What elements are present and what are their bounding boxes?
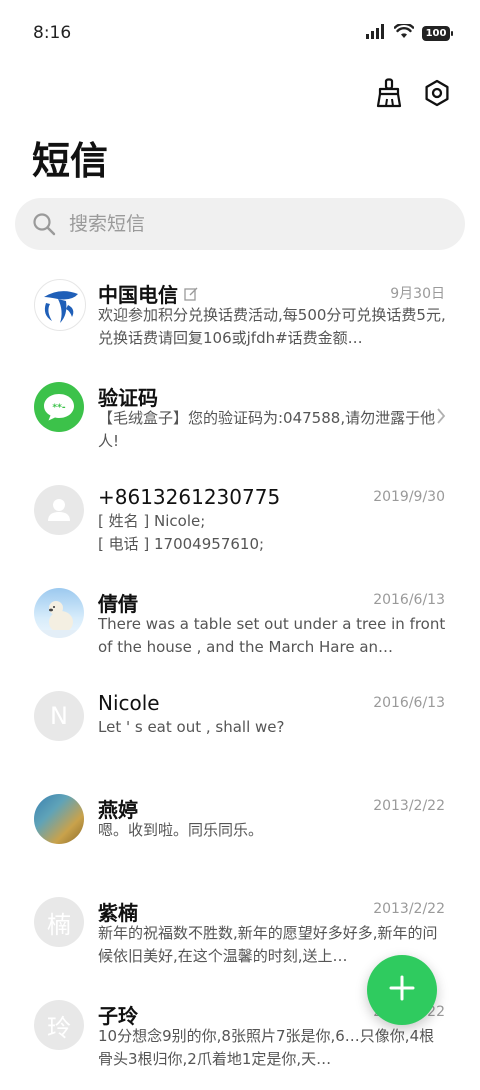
page-title: 短信 [32, 139, 109, 183]
contact-initial-avatar: 玲 [34, 1000, 84, 1050]
message-thread[interactable]: **- 验证码 【毛绒盒子】您的验证码为:047588,请勿泄露于他人! [0, 369, 480, 472]
thread-name: +8613261230775 [98, 485, 281, 509]
message-thread[interactable]: 中国电信 9月30日 欢迎参加积分兑换话费活动,每500分可兑换话费5元,兑换话… [0, 266, 480, 369]
thread-name: Nicole [98, 691, 160, 715]
edit-badge-icon [184, 282, 198, 306]
search-input[interactable] [67, 212, 431, 236]
top-actions [374, 78, 452, 108]
chevron-right-icon [436, 407, 446, 429]
message-thread[interactable]: 倩倩 2016/6/13 There was a table set out u… [0, 575, 480, 678]
verification-code-avatar: **- [34, 382, 84, 432]
search-icon [31, 211, 57, 237]
thread-time: 2016/6/13 [373, 592, 445, 608]
contact-initial-avatar: 楠 [34, 897, 84, 947]
thread-preview: 嗯。收到啦。同乐同乐。 [98, 821, 264, 839]
message-thread[interactable]: 燕婷 2013/2/22 嗯。收到啦。同乐同乐。 [0, 781, 480, 884]
thread-preview: Let ' s eat out , shall we? [98, 718, 285, 736]
message-thread[interactable]: +8613261230775 2019/9/30 [ 姓名 ] Nicole; … [0, 472, 480, 575]
polar-bear-photo-avatar [34, 588, 84, 638]
status-bar: 8:16 100 [0, 0, 480, 66]
compose-button[interactable] [367, 955, 437, 1025]
china-telecom-logo [34, 279, 86, 331]
settings-icon[interactable] [422, 78, 452, 108]
search-bar[interactable] [15, 198, 465, 250]
thread-preview: 10分想念9别的你,8张照片7张是你,6…只像你,4根骨头3根归你,2爪着地1定… [98, 1027, 435, 1068]
wifi-icon [393, 22, 415, 43]
signal-icon [366, 24, 386, 43]
thread-preview: 【毛绒盒子】您的验证码为:047588,请勿泄露于他人! [98, 409, 436, 450]
plus-icon [389, 975, 415, 1005]
thread-time: 2013/2/22 [373, 901, 445, 917]
thread-time: 2019/9/30 [373, 489, 445, 505]
thread-time: 2016/6/13 [373, 695, 445, 711]
broom-icon[interactable] [374, 78, 404, 108]
thread-time: 2013/2/22 [373, 798, 445, 814]
contact-initial-avatar: N [34, 691, 84, 741]
thread-preview: [ 姓名 ] Nicole; [ 电话 ] 17004957610; [98, 512, 265, 553]
svg-text:**-: **- [52, 403, 65, 413]
landscape-photo-avatar [34, 794, 84, 844]
thread-preview: 欢迎参加积分兑换话费活动,每500分可兑换话费5元,兑换话费请回复106或jfd… [98, 306, 446, 347]
message-thread[interactable]: N Nicole 2016/6/13 Let ' s eat out , sha… [0, 678, 480, 781]
battery-icon: 100 [422, 26, 453, 41]
thread-time: 9月30日 [390, 286, 445, 302]
thread-preview: There was a table set out under a tree i… [98, 615, 446, 656]
status-time: 8:16 [33, 23, 72, 43]
contact-placeholder-avatar [34, 485, 84, 535]
status-icons: 100 [366, 22, 453, 43]
